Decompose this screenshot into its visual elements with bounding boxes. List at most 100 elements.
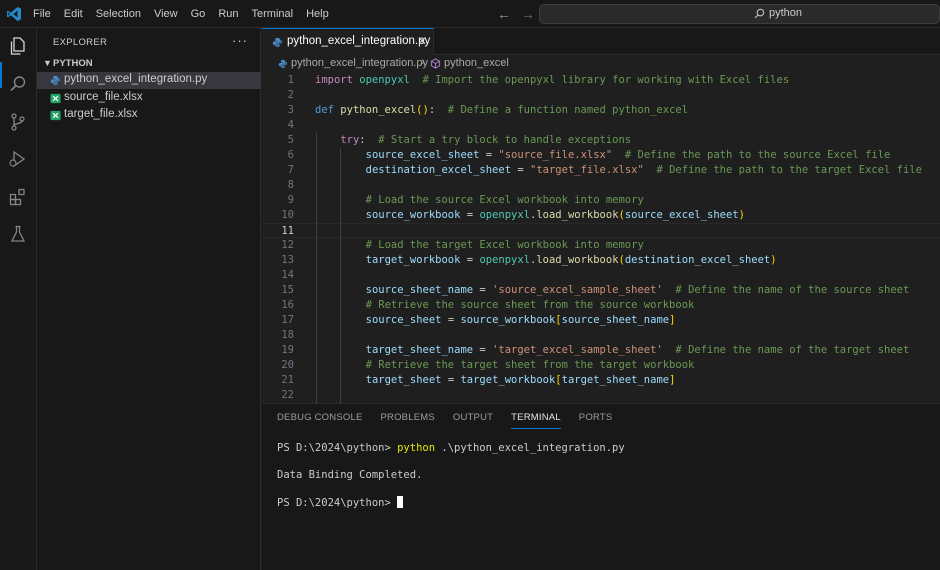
explorer-title: EXPLORER	[53, 37, 108, 48]
code-line[interactable]: 13 target_workbook = openpyxl.load_workb…	[262, 253, 940, 268]
code-line[interactable]: 20 # Retrieve the target sheet from the …	[262, 358, 940, 373]
title-bar: File Edit Selection View Go Run Terminal Help ←…	[0, 0, 940, 28]
code-line[interactable]: 5 try: # Start a try block to handle exc…	[262, 133, 940, 148]
python-file-icon	[50, 75, 61, 86]
excel-file-icon	[50, 93, 61, 104]
line-number: 15	[281, 284, 294, 296]
code-line[interactable]: 3 def python_excel(): # Define a function…	[262, 103, 940, 118]
terminal[interactable]: PS D:\2024\python> python .\python_excel…	[277, 442, 625, 523]
source-control-icon[interactable]	[7, 111, 29, 133]
code-text: try: # Start a try block to handle excep…	[340, 134, 632, 146]
code-line[interactable]: 17 source_sheet = source_workbook[source…	[262, 313, 940, 328]
code-line[interactable]: 15 source_sheet_name = 'source_excel_sam…	[262, 283, 940, 298]
menu-item-run[interactable]: Run	[218, 0, 238, 28]
menu-item-selection[interactable]: Selection	[96, 0, 141, 28]
line-number: 14	[281, 269, 294, 281]
breadcrumb-file[interactable]: python_excel_integration.py	[291, 57, 428, 69]
menu-item-edit[interactable]: Edit	[64, 0, 83, 28]
close-icon[interactable]: ✕	[417, 34, 427, 48]
line-number: 7	[287, 164, 294, 176]
menu-item-go[interactable]: Go	[191, 0, 206, 28]
code-line[interactable]: 7 destination_excel_sheet = "target_file…	[262, 163, 940, 178]
excel-file-icon	[50, 110, 61, 121]
breadcrumb-symbol[interactable]: python_excel	[444, 57, 509, 69]
code-text: # Load the source Excel workbook into me…	[365, 194, 644, 206]
code-editor[interactable]: 1 import openpyxl # Import the openpyxl l…	[262, 73, 940, 403]
terminal-argument: .\python_excel_integration.py	[435, 442, 625, 454]
code-line[interactable]: 22	[262, 388, 940, 403]
tab-output[interactable]: OUTPUT	[453, 412, 493, 429]
search-text: python	[769, 7, 803, 19]
code-line[interactable]: 16 # Retrieve the source sheet from the …	[262, 298, 940, 313]
file-item[interactable]: python_excel_integration.py	[37, 72, 261, 89]
code-line[interactable]: 2	[262, 88, 940, 103]
line-number: 17	[281, 314, 294, 326]
folder-header[interactable]: ▼ PYTHON	[37, 56, 261, 72]
code-line[interactable]: 1 import openpyxl # Import the openpyxl l…	[262, 73, 940, 88]
menu-item-help[interactable]: Help	[306, 0, 329, 28]
code-text: destination_excel_sheet = "target_file.x…	[365, 164, 922, 176]
code-text: source_sheet_name = 'source_excel_sample…	[365, 284, 910, 296]
testing-flask-icon[interactable]	[7, 223, 29, 245]
python-file-icon	[272, 37, 283, 48]
file-item[interactable]: source_file.xlsx	[37, 90, 261, 107]
code-text: # Load the target Excel workbook into me…	[365, 239, 644, 251]
code-line[interactable]: 12 # Load the target Excel workbook into…	[262, 238, 940, 253]
code-line[interactable]: 19 target_sheet_name = 'target_excel_sam…	[262, 343, 940, 358]
indent-guide	[316, 133, 317, 403]
menu-item-terminal[interactable]: Terminal	[252, 0, 294, 28]
terminal-output: Data Binding Completed.	[277, 469, 423, 481]
run-and-debug-icon[interactable]	[7, 148, 29, 170]
menu-item-file[interactable]: File	[33, 0, 51, 28]
tab-python-excel-integration[interactable]: python_excel_integration.py ✕	[262, 28, 434, 55]
terminal-command: python	[397, 442, 436, 454]
line-number: 11	[281, 225, 294, 237]
code-line[interactable]: 10 source_workbook = openpyxl.load_workb…	[262, 208, 940, 223]
tab-problems[interactable]: PROBLEMS	[380, 412, 434, 429]
code-line[interactable]: 11	[262, 223, 940, 238]
code-text: # Retrieve the target sheet from the tar…	[365, 359, 695, 371]
chevron-down-icon: ▼	[43, 58, 52, 68]
code-line[interactable]: 18	[262, 328, 940, 343]
line-number: 10	[281, 209, 294, 221]
back-arrow-icon[interactable]: ←	[496, 6, 512, 22]
code-line[interactable]: 4	[262, 118, 940, 133]
search-icon[interactable]	[7, 73, 29, 95]
terminal-prompt: PS D:\2024\python>	[277, 497, 398, 509]
extensions-icon[interactable]	[7, 186, 29, 208]
code-line[interactable]: 6 source_excel_sheet = "source_file.xlsx…	[262, 148, 940, 163]
file-name: source_file.xlsx	[64, 91, 143, 103]
python-file-icon	[278, 59, 288, 69]
code-line[interactable]: 21 target_sheet = target_workbook[target…	[262, 373, 940, 388]
terminal-command-line: PS D:\2024\python> python .\python_excel…	[277, 442, 625, 455]
tab-terminal[interactable]: TERMINAL	[511, 412, 561, 429]
code-text: source_sheet = source_workbook[source_sh…	[365, 314, 676, 326]
command-center-search[interactable]: python	[539, 4, 940, 24]
code-text: target_workbook = openpyxl.load_workbook…	[365, 254, 777, 266]
line-number: 18	[281, 329, 294, 341]
explorer-files-icon[interactable]	[7, 35, 29, 57]
breadcrumb: python_excel_integration.py › python_exc…	[262, 55, 940, 73]
terminal-prompt-line: PS D:\2024\python>	[277, 496, 625, 509]
code-line[interactable]: 8	[262, 178, 940, 193]
panel-tabs: DEBUG CONSOLE PROBLEMS OUTPUT TERMINAL P…	[277, 412, 630, 429]
code-text: # Retrieve the source sheet from the sou…	[365, 299, 695, 311]
active-indicator	[0, 62, 2, 88]
code-text: target_sheet = target_workbook[target_sh…	[365, 374, 676, 386]
code-line[interactable]: 9 # Load the source Excel workbook into …	[262, 193, 940, 208]
explorer-sidebar: EXPLORER ··· ▼ PYTHON python_excel_integ…	[37, 28, 261, 570]
more-actions-icon[interactable]: ···	[232, 33, 248, 48]
file-item[interactable]: target_file.xlsx	[37, 107, 261, 124]
tab-debug-console[interactable]: DEBUG CONSOLE	[277, 412, 362, 429]
indent-guide	[340, 148, 341, 403]
line-number: 16	[281, 299, 294, 311]
line-number: 9	[287, 194, 294, 206]
forward-arrow-icon[interactable]: →	[520, 6, 536, 22]
code-line[interactable]: 14	[262, 268, 940, 283]
line-number: 19	[281, 344, 294, 356]
menu-item-view[interactable]: View	[154, 0, 178, 28]
navigation-arrows: ← →	[496, 6, 536, 22]
menu-bar: File Edit Selection View Go Run Terminal Help	[33, 0, 342, 28]
terminal-prompt: PS D:\2024\python>	[277, 442, 398, 454]
tab-ports[interactable]: PORTS	[579, 412, 613, 429]
